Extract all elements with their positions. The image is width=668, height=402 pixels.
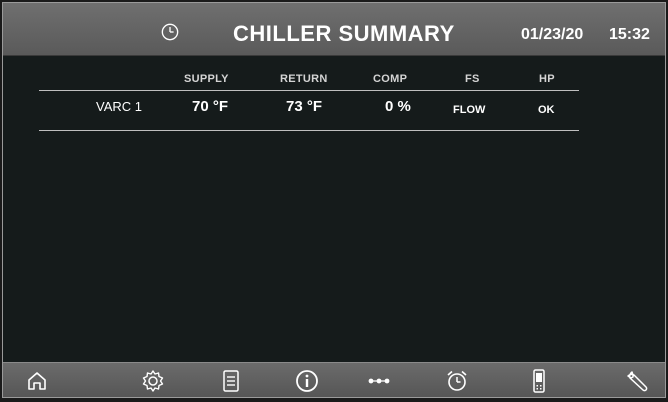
service-button[interactable]: [623, 367, 651, 395]
header-divider: [39, 90, 579, 91]
app-frame: CHILLER SUMMARY 01/23/20 15:32 SUPPLY RE…: [2, 2, 666, 398]
column-header-hp: HP: [539, 73, 555, 85]
high-pressure-status: OK: [538, 104, 555, 116]
more-dots-icon: [368, 378, 390, 384]
remote-phone-icon: [533, 369, 545, 393]
more-button[interactable]: [365, 367, 393, 395]
unit-name: VARC 1: [96, 99, 142, 114]
clock-icon[interactable]: [161, 23, 179, 41]
return-temp: 73 °F: [286, 98, 323, 115]
remote-button[interactable]: [525, 367, 553, 395]
column-header-return: RETURN: [280, 73, 328, 85]
comp-percent: 0 %: [385, 98, 411, 115]
info-icon: [296, 370, 318, 392]
column-header-supply: SUPPLY: [184, 73, 229, 85]
home-icon: [28, 372, 46, 390]
date-display: 01/23/20: [521, 26, 584, 43]
bottom-nav-bar: [3, 362, 665, 397]
column-header-comp: COMP: [373, 73, 408, 85]
column-header-fs: FS: [465, 73, 480, 85]
summary-table: SUPPLY RETURN COMP FS HP VARC 1 70 °F 73…: [3, 55, 665, 365]
wrench-icon: [627, 371, 648, 392]
time-display: 15:32: [609, 26, 650, 43]
schedule-button[interactable]: [443, 367, 471, 395]
alarm-clock-icon: [447, 370, 467, 391]
header-bar: CHILLER SUMMARY 01/23/20 15:32: [3, 3, 665, 56]
home-button[interactable]: [23, 367, 51, 395]
log-button[interactable]: [217, 367, 245, 395]
row-divider: [39, 130, 579, 131]
settings-button[interactable]: [139, 367, 167, 395]
page-title: CHILLER SUMMARY: [233, 21, 455, 46]
settings-gear-icon: [142, 370, 164, 392]
supply-temp: 70 °F: [192, 98, 229, 115]
flow-switch-status: FLOW: [453, 104, 486, 116]
document-icon: [223, 370, 239, 392]
info-button[interactable]: [293, 367, 321, 395]
